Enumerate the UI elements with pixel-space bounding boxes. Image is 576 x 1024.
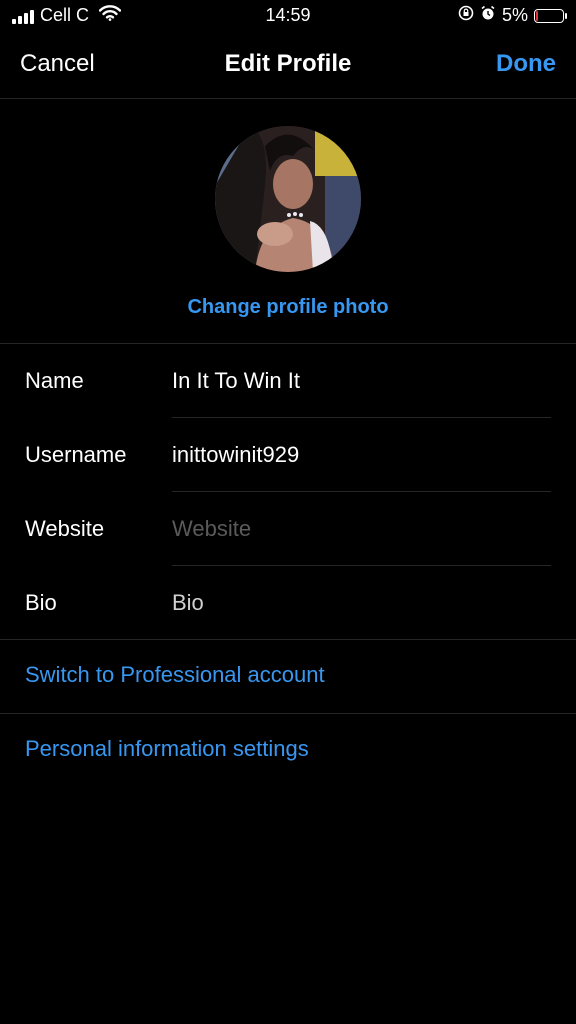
form-row-username: Username inittowinit929 — [0, 418, 576, 492]
battery-icon — [534, 8, 567, 23]
edit-profile-screen: Cell C 14:59 5% Cancel Edit Profile Done… — [0, 0, 576, 1024]
switch-to-professional-link[interactable]: Switch to Professional account — [25, 662, 325, 688]
username-field[interactable]: inittowinit929 — [172, 442, 299, 468]
username-label: Username — [25, 442, 127, 467]
website-field[interactable]: Website — [172, 516, 251, 542]
form-row-website: Website Website — [0, 492, 576, 566]
bio-field[interactable]: Bio — [172, 590, 204, 616]
orientation-lock-icon — [458, 5, 474, 26]
name-label: Name — [25, 368, 84, 393]
status-right: 5% — [458, 5, 567, 26]
done-button[interactable]: Done — [496, 50, 556, 78]
form-row-name: Name In It To Win It — [0, 344, 576, 418]
personal-information-settings-link[interactable]: Personal information settings — [25, 736, 309, 762]
personal-info-row: Personal information settings — [0, 714, 576, 787]
professional-account-row: Switch to Professional account — [0, 640, 576, 713]
name-field[interactable]: In It To Win It — [172, 368, 300, 394]
profile-avatar[interactable] — [215, 126, 361, 272]
website-label: Website — [25, 516, 105, 541]
profile-photo-section: Change profile photo — [0, 99, 576, 344]
avatar-photo — [215, 126, 361, 272]
battery-fill — [536, 10, 538, 21]
battery-percent: 5% — [501, 5, 528, 25]
profile-form: Name In It To Win It Username inittowini… — [0, 344, 576, 640]
navigation-bar: Cancel Edit Profile Done — [0, 34, 576, 99]
bio-label: Bio — [25, 590, 57, 615]
page-title: Edit Profile — [224, 50, 352, 77]
alarm-icon — [480, 5, 496, 26]
status-bar: Cell C 14:59 5% — [0, 0, 576, 34]
form-row-bio: Bio Bio — [0, 566, 576, 640]
change-profile-photo-link[interactable]: Change profile photo — [0, 296, 576, 319]
